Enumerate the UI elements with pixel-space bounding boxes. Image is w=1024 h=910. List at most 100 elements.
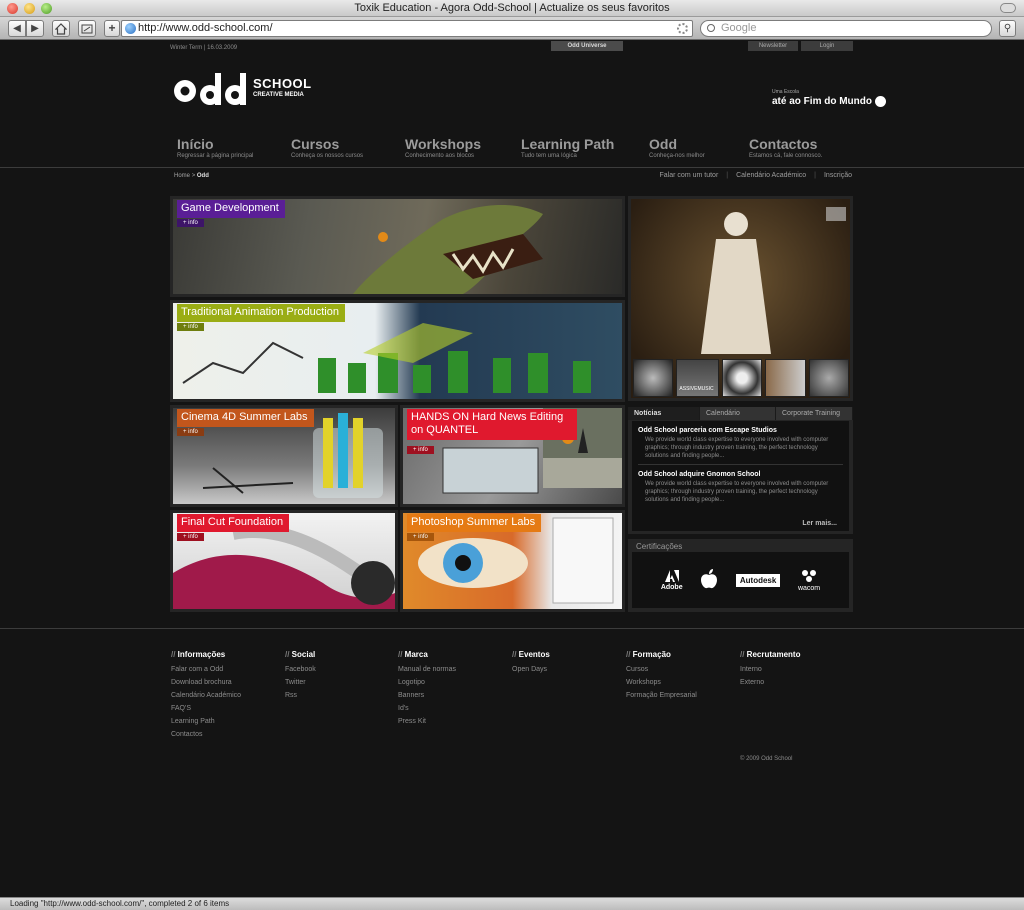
footer-link[interactable]: Twitter	[285, 679, 316, 692]
tile-game-development[interactable]: Game Development + info	[170, 196, 625, 297]
odd-logo-icon	[174, 73, 246, 105]
wacom-logo[interactable]: wacom	[798, 569, 820, 592]
nav-label: Início	[177, 136, 214, 152]
nav-contactos[interactable]: Contactos Estamos cá, fale connosco.	[749, 136, 822, 159]
thumbnail[interactable]	[721, 359, 763, 397]
footer-link[interactable]: Interno	[740, 666, 800, 679]
search-field[interactable]: Google	[700, 20, 992, 37]
footer-link[interactable]: Formação Empresarial	[626, 692, 697, 705]
thumbnail[interactable]: ASSIVEMUSIC	[676, 359, 719, 397]
footer-link[interactable]: Open Days	[512, 666, 550, 679]
tile-cinema-4d[interactable]: Cinema 4D Summer Labs + info	[170, 405, 398, 507]
breadcrumb-home[interactable]: Home	[174, 173, 190, 179]
footer-link[interactable]: Download brochura	[171, 679, 241, 692]
autodesk-logo[interactable]: Autodesk	[735, 573, 781, 587]
nav-label: Odd	[649, 136, 677, 152]
news-panel: Notícias Calendário Corporate Training O…	[628, 407, 853, 534]
quantel-image: HANDS ON Hard News Editing on QUANTEL + …	[403, 408, 622, 504]
footer-column-title: // Recrutamento	[740, 650, 801, 659]
thumbnail[interactable]	[808, 359, 850, 397]
footer-link[interactable]: Cursos	[626, 666, 697, 679]
apple-icon	[701, 569, 718, 589]
news-item[interactable]: Odd School adquire Gnomon School We prov…	[632, 465, 849, 504]
forward-button[interactable]: ▶	[26, 20, 44, 37]
footer-link[interactable]: Falar com a Odd	[171, 666, 241, 679]
more-info-link[interactable]: + info	[177, 428, 204, 436]
add-bookmark-button[interactable]: +	[104, 20, 120, 37]
nav-label: Cursos	[291, 136, 340, 152]
nav-inicio[interactable]: Início Regressar à página principal	[177, 136, 253, 159]
tile-final-cut[interactable]: Final Cut Foundation + info	[170, 510, 398, 612]
news-excerpt: We provide world class expertise to ever…	[645, 481, 829, 503]
wacom-label: wacom	[797, 584, 821, 592]
news-item[interactable]: Odd School parceria com Escape Studios W…	[632, 421, 849, 460]
footer-link[interactable]: Learning Path	[171, 718, 241, 731]
footer-link[interactable]: Rss	[285, 692, 316, 705]
footer-link[interactable]: Facebook	[285, 666, 316, 679]
more-info-link[interactable]: + info	[177, 219, 204, 227]
footer-link[interactable]: Logotipo	[398, 679, 456, 692]
tab-noticias[interactable]: Notícias	[628, 407, 700, 420]
footer-link[interactable]: Banners	[398, 692, 456, 705]
nav-cursos[interactable]: Cursos Conheça os nossos cursos	[291, 136, 363, 159]
cinema-4d-image: Cinema 4D Summer Labs + info	[173, 408, 395, 504]
footer-link[interactable]: FAQ'S	[171, 705, 241, 718]
tile-hands-on-quantel[interactable]: HANDS ON Hard News Editing on QUANTEL + …	[400, 405, 625, 507]
footer-column-informacoes: // Informações Falar com a Odd Download …	[171, 650, 241, 744]
nav-learning-path[interactable]: Learning Path Tudo tem uma lógica	[521, 136, 614, 159]
footer-link[interactable]: Workshops	[626, 679, 697, 692]
web-clip-button[interactable]	[78, 20, 96, 37]
loading-spinner-icon	[677, 23, 688, 34]
thumbnail[interactable]	[765, 359, 806, 397]
footer-column-title: // Marca	[398, 650, 428, 659]
nav-label: Learning Path	[521, 136, 615, 152]
apple-logo[interactable]	[700, 569, 718, 591]
globe-seal-icon	[874, 96, 886, 107]
search-icon	[707, 24, 715, 32]
nav-workshops[interactable]: Workshops Conhecimento aos blocos	[405, 136, 481, 159]
tile-title: Final Cut Foundation	[177, 514, 290, 532]
tile-title: Traditional Animation Production	[177, 304, 345, 322]
adobe-logo[interactable]: Adobe	[661, 569, 683, 591]
tile-traditional-animation[interactable]: Traditional Animation Production + info	[170, 300, 625, 402]
nav-subtitle: Conhecimento aos blocos	[405, 153, 475, 159]
newsletter-button[interactable]: Newsletter	[748, 41, 798, 51]
search-placeholder: Google	[721, 22, 757, 34]
more-info-link[interactable]: + info	[407, 446, 434, 454]
footer-link[interactable]: Externo	[740, 679, 800, 692]
read-more-link[interactable]: Ler mais...	[802, 520, 837, 527]
tab-corporate-training[interactable]: Corporate Training	[776, 407, 853, 420]
odd-school-logo[interactable]: SCHOOL CREATIVE MEDIA	[172, 71, 322, 111]
header-divider	[0, 167, 1024, 168]
nav-odd[interactable]: Odd Conheça-nos melhor	[649, 136, 705, 159]
link-inscricao[interactable]: Inscrição	[824, 172, 852, 179]
window-titlebar: Toxik Education - Agora Odd-School | Act…	[0, 0, 1024, 17]
more-info-link[interactable]: + info	[407, 533, 434, 541]
footer-link[interactable]: Contactos	[171, 731, 241, 744]
link-calendario[interactable]: Calendário Académico	[736, 172, 806, 179]
tab-calendario[interactable]: Calendário	[700, 407, 776, 420]
photoshop-image: Photoshop Summer Labs + info	[403, 513, 622, 609]
more-info-link[interactable]: + info	[177, 323, 204, 331]
toolbar-toggle-button[interactable]	[1000, 3, 1016, 13]
home-button[interactable]	[52, 20, 70, 37]
footer-link[interactable]: Calendário Académico	[171, 692, 241, 705]
footer-link[interactable]: Press Kit	[398, 718, 456, 731]
final-cut-image: Final Cut Foundation + info	[173, 513, 395, 609]
footer-link[interactable]: Manual de normas	[398, 666, 456, 679]
fim-do-mundo-logo[interactable]: Uma Escola até ao Fim do Mundo	[772, 89, 886, 107]
thumbnail[interactable]	[633, 359, 674, 397]
bookmarks-menu-button[interactable]: ⚲	[999, 20, 1016, 37]
tile-photoshop[interactable]: Photoshop Summer Labs + info	[400, 510, 625, 612]
link-separator: |	[726, 172, 729, 179]
footer-link[interactable]: Id's	[398, 705, 456, 718]
page-content: Winter Term | 16.03.2009 Odd Universe Ne…	[0, 41, 1024, 897]
certification-logos: Adobe Autodesk wacom	[632, 552, 849, 608]
odd-universe-button[interactable]: Odd Universe	[551, 41, 623, 51]
address-bar[interactable]: http://www.odd-school.com/	[121, 20, 693, 37]
login-button[interactable]: Login	[801, 41, 853, 51]
link-falar-tutor[interactable]: Falar com um tutor	[660, 172, 719, 179]
wacom-icon	[802, 569, 817, 582]
more-info-link[interactable]: + info	[177, 533, 204, 541]
back-button[interactable]: ◀	[8, 20, 26, 37]
